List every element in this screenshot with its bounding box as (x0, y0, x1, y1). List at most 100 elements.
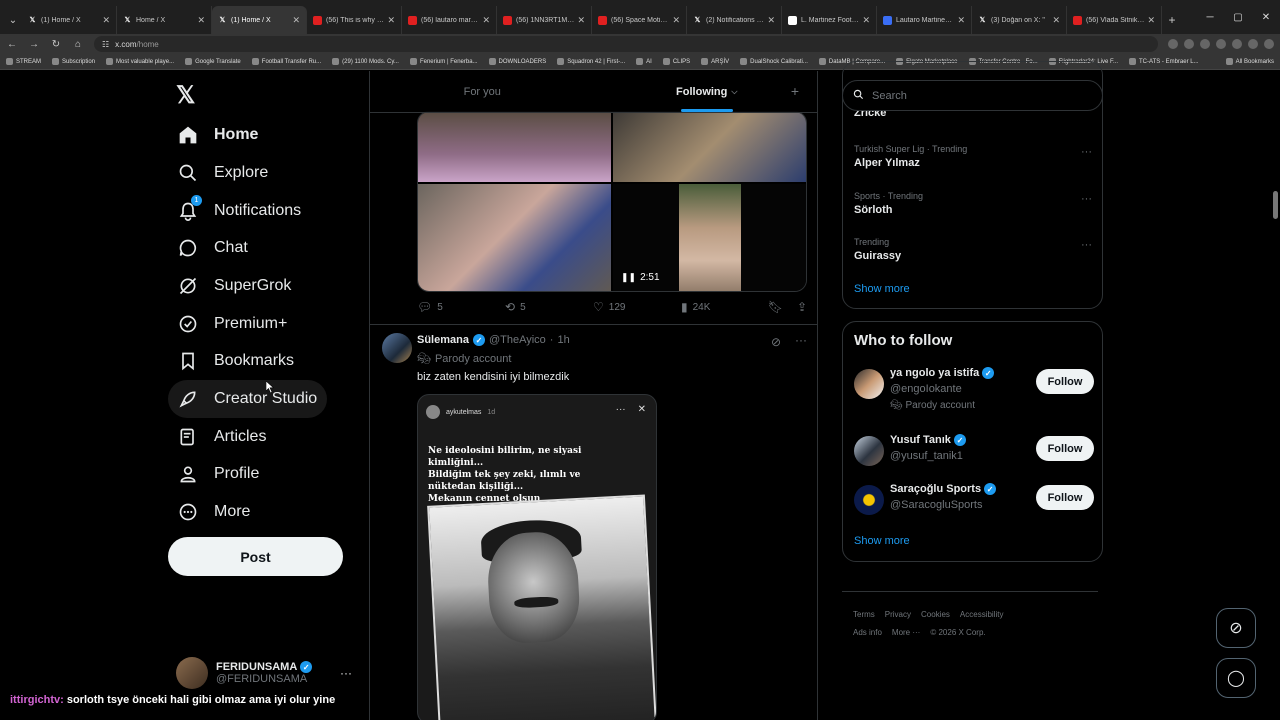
repost-button[interactable]: ⟲ 5 (505, 300, 593, 314)
close-icon[interactable]: ✕ (387, 15, 395, 26)
follow-button[interactable]: Follow (1036, 369, 1094, 394)
bookmark-icon[interactable]: 🔖︎ (768, 300, 783, 314)
bookmark-item[interactable]: STREAM (6, 58, 41, 65)
close-icon[interactable]: ✕ (482, 15, 490, 26)
trend-item[interactable]: Trending Guirassy ··· (854, 237, 1094, 262)
follow-suggestion[interactable]: ya ngolo ya istifa ✓ @engoIokante 🎭︎ Paro… (854, 367, 1094, 417)
pause-icon[interactable]: ❚❚ (621, 272, 636, 283)
account-switcher[interactable]: FERIDUNSAMA ✓ @FERIDUNSAMA ··· (176, 656, 356, 690)
nav-item-supergrok[interactable]: SuperGrok (168, 267, 301, 305)
install-icon[interactable] (1200, 39, 1210, 49)
bookmark-item[interactable]: Subscription (52, 58, 95, 65)
trends-show-more-link[interactable]: Show more (854, 283, 910, 295)
follow-suggestion[interactable]: Yusuf Tanık ✓ @yusuf_tanik1 Follow (854, 434, 1094, 484)
more-dots-icon[interactable]: ··· (1081, 239, 1092, 251)
footer-link-cookies[interactable]: Cookies (921, 610, 950, 619)
bookmark-item[interactable]: ARŞİV (701, 58, 729, 65)
more-dots-icon[interactable]: ··· (340, 666, 352, 680)
nav-item-profile[interactable]: Profile (168, 455, 269, 493)
tweet-media-grid[interactable]: ❚❚ 2:51 (417, 111, 807, 292)
close-icon[interactable]: ✕ (672, 15, 680, 26)
bookmark-item[interactable]: Squadron 42 | First-... (557, 58, 625, 65)
close-icon[interactable]: ✕ (197, 15, 205, 26)
browser-tab[interactable]: 𝕏 (2) Notifications / X ✕ (687, 6, 782, 34)
bookmark-item[interactable]: CLIPS (662, 58, 690, 65)
close-icon[interactable]: ✕ (957, 15, 965, 26)
nav-item-explore[interactable]: Explore (168, 154, 278, 192)
minimize-icon[interactable]: ─ (1196, 12, 1224, 23)
bookmark-item[interactable]: Football Transfer Ru... (251, 58, 321, 65)
grok-icon[interactable]: ⊘ (771, 335, 781, 349)
close-icon[interactable]: ✕ (1147, 15, 1155, 26)
browser-tab[interactable]: 𝕏 (1) Home / X ✕ (22, 6, 117, 34)
browser-tab[interactable]: (56) lautaro martinez ✕ (402, 6, 497, 34)
browser-tab[interactable]: (56) Vlada Sitnikova B✕ (1067, 6, 1162, 34)
share-icon[interactable]: ⇪ (797, 300, 807, 314)
bookmark-item[interactable]: AI (636, 58, 652, 65)
translate-icon[interactable] (1168, 39, 1178, 49)
close-icon[interactable]: ✕ (862, 15, 870, 26)
x-logo-icon[interactable]: 𝕏 (176, 81, 195, 110)
browser-tab-active[interactable]: 𝕏 (1) Home / X ✕ (212, 6, 307, 34)
footer-link-accessibility[interactable]: Accessibility (960, 610, 1004, 619)
views-button[interactable]: ▮ 24K (681, 300, 769, 314)
bookmark-item[interactable]: DualShock Calibrati... (740, 58, 808, 65)
nav-item-notifications[interactable]: 1 Notifications (168, 192, 311, 230)
extension-icon[interactable] (1248, 39, 1258, 49)
trend-item[interactable]: Turkish Super Lig · Trending Alper Yılma… (854, 144, 1094, 169)
avatar[interactable] (382, 333, 412, 363)
like-button[interactable]: ♡ 129 (593, 300, 681, 314)
tweet-photo[interactable] (418, 112, 611, 182)
tweet-photo[interactable] (613, 112, 806, 182)
tab-for-you[interactable]: For you (370, 71, 595, 112)
close-icon[interactable]: ✕ (292, 15, 300, 26)
search-input[interactable]: Search (842, 80, 1103, 111)
star-bookmark-icon[interactable] (1216, 39, 1226, 49)
bookmark-item[interactable]: Google Translate (185, 58, 241, 65)
nav-item-creator-studio[interactable]: Creator Studio (168, 380, 328, 418)
browser-tab[interactable]: 𝕏 Home / X ✕ (117, 6, 212, 34)
reload-icon[interactable]: ↻ (50, 39, 62, 50)
tab-following[interactable]: Following ⌵ (595, 71, 818, 112)
close-icon[interactable]: ✕ (767, 15, 775, 26)
nav-item-articles[interactable]: Articles (168, 418, 276, 456)
url-field[interactable]: ☷ x.com/home (94, 36, 1158, 52)
tab-search-chevron-icon[interactable]: ⌄ (4, 6, 22, 34)
more-dots-icon[interactable]: ··· (1081, 146, 1092, 158)
zoom-icon[interactable] (1184, 39, 1194, 49)
nav-item-home[interactable]: Home (168, 116, 268, 154)
close-icon[interactable]: ✕ (577, 15, 585, 26)
tweet-image[interactable]: aykutelmas 1d ··· ✕ Ne ideolosini biliri… (417, 394, 657, 720)
footer-link-terms[interactable]: Terms (853, 610, 875, 619)
menu-kebab-icon[interactable] (1264, 39, 1274, 49)
nav-item-premium[interactable]: Premium+ (168, 305, 297, 343)
close-icon[interactable]: ✕ (102, 15, 110, 26)
post-button[interactable]: Post (168, 537, 343, 576)
trend-item[interactable]: Sports · Trending Sörloth ··· (854, 191, 1094, 216)
footer-link-ads-info[interactable]: Ads info (853, 628, 882, 637)
who-to-follow-show-more-link[interactable]: Show more (854, 535, 910, 547)
nav-item-more[interactable]: More (168, 493, 260, 531)
author-name[interactable]: Sülemana (417, 334, 469, 346)
footer-link-privacy[interactable]: Privacy (885, 610, 911, 619)
site-info-icon[interactable]: ☷ (102, 40, 109, 49)
close-icon[interactable]: ✕ (1052, 15, 1060, 26)
new-tab-plus-icon[interactable]: + (1162, 6, 1182, 34)
browser-tab[interactable]: 𝕏 (3) Doğan on X: " ✕ (972, 6, 1067, 34)
tweet-photo[interactable] (418, 184, 611, 291)
maximize-icon[interactable]: ▢ (1224, 12, 1252, 23)
nav-item-bookmarks[interactable]: Bookmarks (168, 342, 304, 380)
tweet-time[interactable]: 1h (557, 334, 569, 346)
all-bookmarks[interactable]: All Bookmarks (1225, 58, 1274, 65)
profile-avatar-icon[interactable] (1232, 39, 1242, 49)
tweet-video[interactable]: ❚❚ 2:51 (613, 184, 806, 291)
bookmark-item[interactable]: DOWNLOADERS (488, 58, 546, 65)
bookmark-item[interactable]: TC-ATS - Embraer L... (1129, 58, 1199, 65)
home-page-icon[interactable]: ⌂ (72, 39, 84, 50)
more-dots-icon[interactable]: ··· (795, 333, 807, 347)
browser-tab[interactable]: Lautaro Martinez istat✕ (877, 6, 972, 34)
bookmark-item[interactable]: Fenerium | Fenerba... (409, 58, 478, 65)
follow-button[interactable]: Follow (1036, 485, 1094, 510)
back-arrow-icon[interactable]: ← (6, 39, 18, 50)
scrollbar[interactable] (1273, 191, 1278, 219)
